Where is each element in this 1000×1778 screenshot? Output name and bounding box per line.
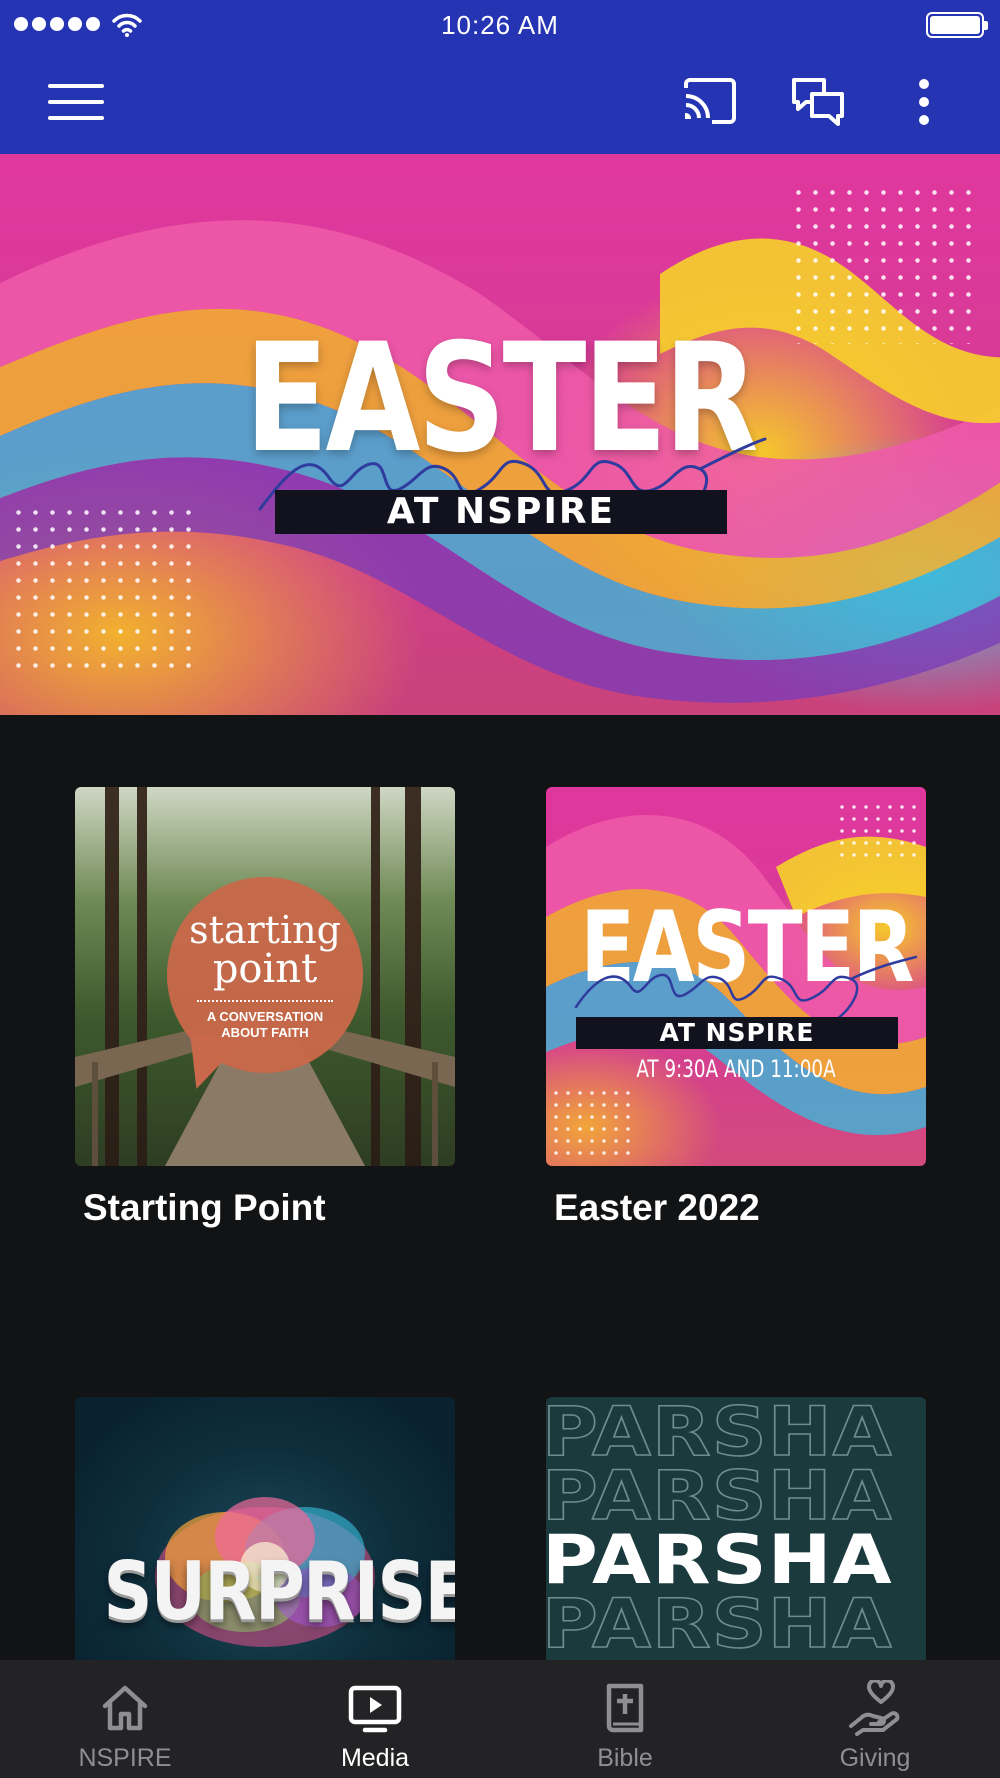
app-bar bbox=[0, 50, 1000, 154]
thumb-subtitle-band: AT NSPIRE bbox=[576, 1017, 898, 1049]
tab-media[interactable]: Media bbox=[250, 1660, 500, 1778]
dot-pattern bbox=[790, 184, 980, 344]
cast-button[interactable] bbox=[680, 74, 740, 130]
media-thumbnail: EASTER AT NSPIRE AT 9:30A AND 11:00A bbox=[546, 787, 926, 1166]
tab-label: NSPIRE bbox=[78, 1744, 172, 1772]
media-card-starting-point[interactable]: starting point A CONVERSATION ABOUT FAIT… bbox=[75, 787, 455, 1228]
thumb-title: SURPRISE bbox=[103, 1545, 456, 1638]
tab-bible[interactable]: Bible bbox=[500, 1660, 750, 1778]
tab-label: Giving bbox=[839, 1744, 911, 1772]
dot-pattern bbox=[10, 504, 200, 674]
media-card-title: Starting Point bbox=[83, 1187, 326, 1228]
home-icon bbox=[102, 1685, 148, 1731]
featured-banner[interactable]: EASTER AT NSPIRE bbox=[0, 154, 1000, 715]
menu-button[interactable] bbox=[48, 84, 104, 120]
chat-bubbles-icon bbox=[792, 78, 844, 126]
more-vertical-icon bbox=[919, 79, 929, 125]
status-bar: 10:26 AM bbox=[0, 0, 1000, 50]
giving-hand-heart-icon bbox=[849, 1680, 900, 1736]
media-card-easter-2022[interactable]: EASTER AT NSPIRE AT 9:30A AND 11:00A Eas… bbox=[546, 787, 926, 1228]
hero-subtitle-band: AT NSPIRE bbox=[275, 490, 727, 534]
tab-giving[interactable]: Giving bbox=[750, 1660, 1000, 1778]
tv-play-icon bbox=[348, 1685, 402, 1733]
thumb-subtitle: A CONVERSATION ABOUT FAITH bbox=[206, 1009, 324, 1041]
more-options-button[interactable] bbox=[894, 74, 954, 130]
bible-icon bbox=[606, 1683, 644, 1733]
thumb-service-times: AT 9:30A AND 11:00A bbox=[636, 1055, 836, 1083]
media-thumbnail: starting point A CONVERSATION ABOUT FAIT… bbox=[75, 787, 455, 1166]
tab-label: Media bbox=[340, 1744, 410, 1772]
media-card-title: Easter 2022 bbox=[554, 1187, 760, 1228]
bottom-navigation: NSPIRE Media Bible Giving bbox=[0, 1660, 1000, 1778]
status-time: 10:26 AM bbox=[441, 10, 559, 40]
hamburger-icon bbox=[48, 84, 104, 88]
chat-button[interactable] bbox=[788, 74, 848, 130]
thumb-title-line2: point bbox=[212, 946, 318, 992]
tab-label: Bible bbox=[597, 1744, 653, 1772]
battery-icon bbox=[926, 12, 988, 38]
thumb-script-lettering bbox=[574, 955, 918, 1024]
cast-icon bbox=[684, 78, 736, 124]
thumb-title-line1: starting bbox=[189, 908, 341, 952]
tab-nspire[interactable]: NSPIRE bbox=[0, 1660, 250, 1778]
media-screen: 10:26 AM EASTER AT NSPIRE starting point… bbox=[0, 0, 1000, 1778]
